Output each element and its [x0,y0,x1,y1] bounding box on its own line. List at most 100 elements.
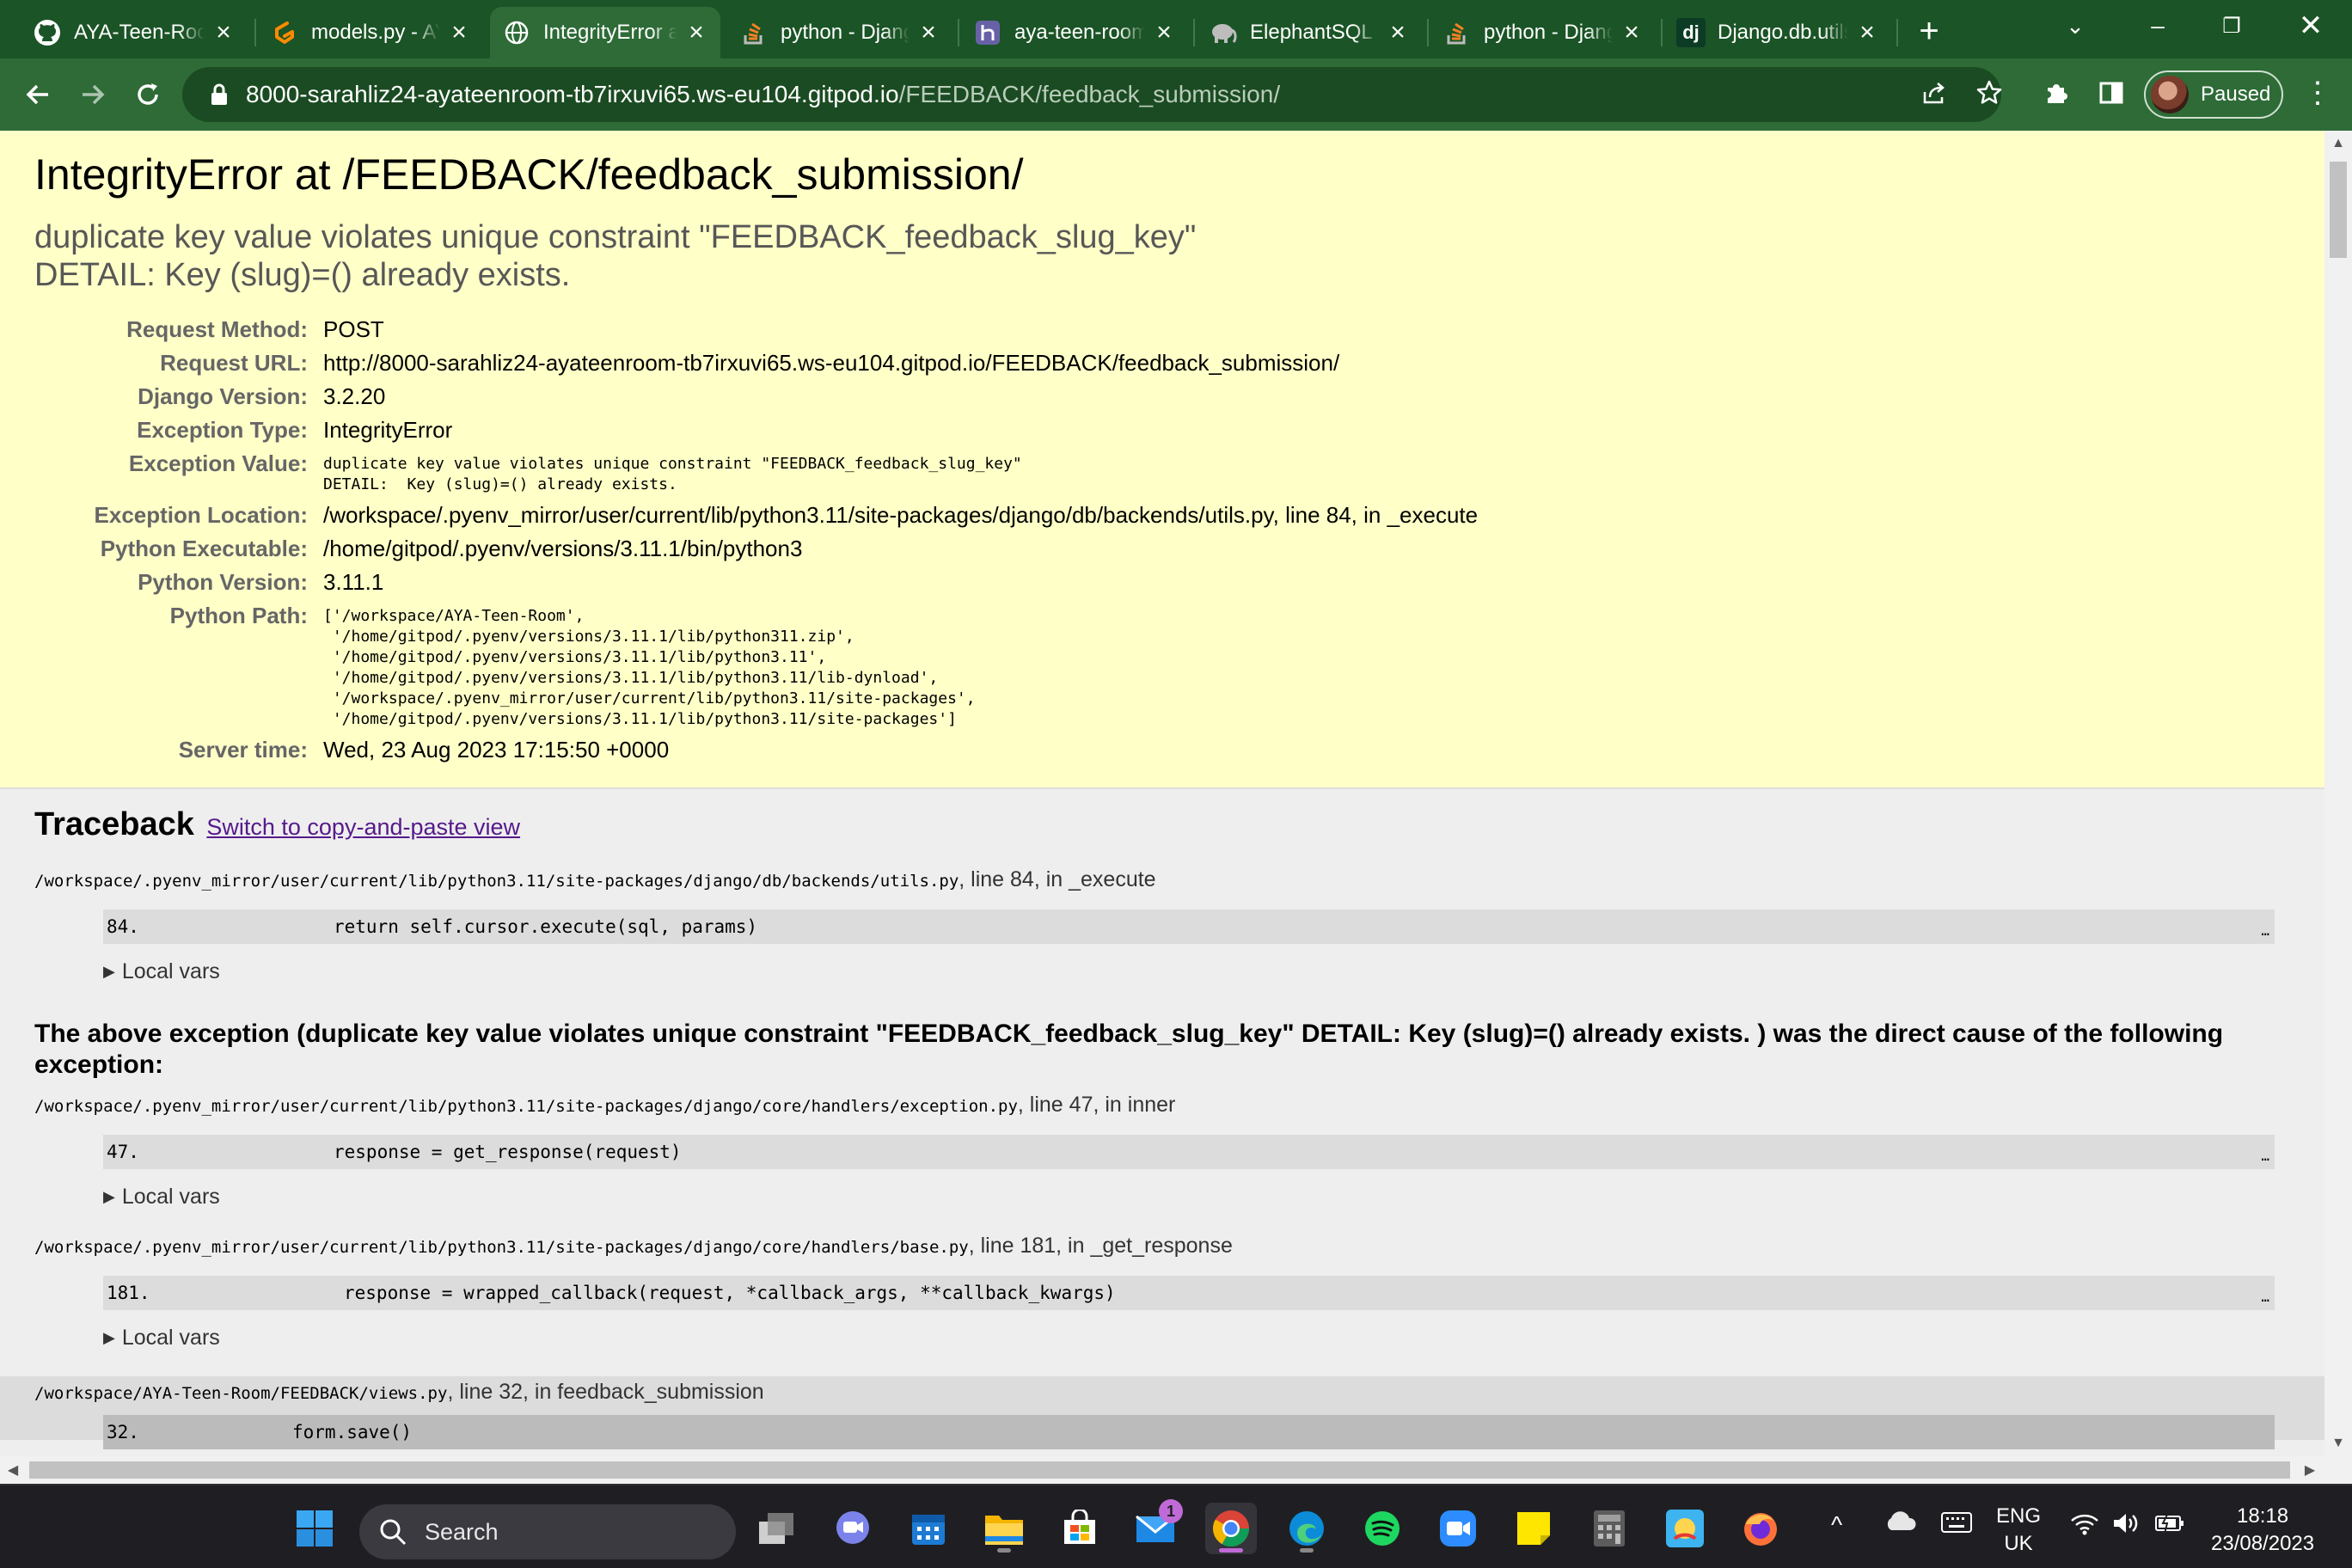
show-hidden-icons-chevron-icon[interactable]: ^ [1831,1511,1842,1539]
tab-title: models.py - AYA [311,21,440,44]
close-tab-icon[interactable]: × [1152,18,1176,46]
django-version: 3.2.20 [323,383,386,409]
meta-row: Python Version: 3.11.1 [34,566,1478,599]
request-method: POST [323,316,384,342]
task-view-icon[interactable] [751,1503,803,1554]
python-version: 3.11.1 [323,569,384,595]
elephant-icon [1209,18,1238,47]
battery-icon[interactable] [2154,1512,2185,1540]
store-icon[interactable] [1054,1503,1106,1554]
tab-stackoverflow-1[interactable]: python - Django × [727,7,952,58]
tab-elephantsql[interactable]: ElephantSQL × [1197,7,1422,58]
tab-title: IntegrityError at [543,21,677,44]
expand-ellipsis[interactable]: … [2261,1289,2269,1305]
frame-location: /workspace/.pyenv_mirror/user/current/li… [34,1093,2290,1118]
close-tab-icon[interactable]: × [211,18,236,46]
chrome-icon[interactable] [1205,1503,1257,1554]
exception-value-heading: duplicate key value violates unique cons… [34,219,1197,293]
tab-github[interactable]: AYA-Teen-Room × [21,7,248,58]
close-tab-icon[interactable]: × [1855,18,1879,46]
clock[interactable]: 18:18 23/08/2023 [2211,1503,2314,1558]
onedrive-cloud-icon[interactable] [1883,1508,1917,1540]
code-context[interactable]: 181. response = wrapped_callback(request,… [103,1276,2275,1310]
tab-search-chevron-icon[interactable]: ⌄ [2039,0,2111,52]
frame-line-info: , line 32, in feedback_submission [447,1380,764,1404]
mail-icon[interactable]: 1 [1130,1499,1183,1554]
clock-date: 23/08/2023 [2211,1532,2315,1555]
lock-icon[interactable] [208,83,230,106]
close-tab-icon[interactable]: × [916,18,940,46]
language-code: ENG [1996,1504,2042,1528]
close-tab-icon[interactable]: × [1386,18,1410,46]
switch-view-link[interactable]: Switch to copy-and-paste view [206,814,520,840]
minimize-button[interactable]: – [2122,0,2194,52]
meta-row: Server time: Wed, 23 Aug 2023 17:15:50 +0… [34,733,1478,767]
reload-button[interactable] [124,70,172,119]
taskbar-search-box[interactable]: Search [359,1504,736,1559]
scroll-right-arrow-icon[interactable]: ▶ [2297,1456,2323,1484]
scroll-thumb[interactable] [2330,162,2347,258]
scroll-down-arrow-icon[interactable]: ▼ [2324,1430,2352,1456]
meta-label: Django Version: [138,383,308,409]
calculator-icon[interactable] [1583,1503,1635,1554]
file-explorer-icon[interactable] [978,1503,1030,1554]
close-tab-icon[interactable]: × [684,18,708,46]
tab-title: aya-teen-room [1014,21,1145,44]
share-icon[interactable] [1910,69,1958,117]
scroll-up-arrow-icon[interactable]: ▲ [2324,131,2352,156]
close-tab-icon[interactable]: × [1620,18,1644,46]
tab-stackoverflow-2[interactable]: python - Django × [1430,7,1656,58]
tab-title: python - Django [781,21,910,44]
keyboard-icon[interactable] [1941,1511,1972,1540]
spotify-icon[interactable] [1357,1503,1408,1554]
close-window-button[interactable]: ✕ [2275,0,2347,52]
expand-ellipsis[interactable]: … [2261,922,2269,939]
back-button[interactable] [14,70,62,119]
profile-button[interactable]: Paused [2144,70,2283,119]
edge-icon[interactable] [1281,1503,1332,1554]
tab-heroku[interactable]: aya-teen-room × [961,7,1188,58]
bookmark-star-icon[interactable] [1965,69,2013,117]
local-vars-toggle[interactable]: ▶ Local vars [103,1326,2290,1351]
meta-label: Python Version: [138,569,308,595]
volume-icon[interactable] [2111,1511,2141,1541]
sticky-notes-icon[interactable] [1508,1503,1559,1554]
more-menu-icon[interactable]: ⋮ [2294,69,2342,117]
code-context[interactable]: 47. response = get_response(request)… [103,1135,2275,1169]
restore-button[interactable]: ❐ [2196,0,2268,52]
zoom-icon[interactable] [1432,1503,1484,1554]
frame-file-path: /workspace/.pyenv_mirror/user/current/li… [34,872,959,891]
expand-ellipsis[interactable]: … [2261,1148,2269,1164]
profile-status: Paused [2201,83,2271,106]
extensions-puzzle-icon[interactable] [2032,69,2080,117]
calendar-icon[interactable] [903,1503,954,1554]
close-tab-icon[interactable]: × [447,18,471,46]
tab-django-docs[interactable]: dj Django.db.utils × [1664,7,1891,58]
tab-integrity-error[interactable]: IntegrityError at × [490,7,720,58]
scroll-thumb[interactable] [29,1461,2290,1479]
firefox-icon[interactable] [1735,1503,1786,1554]
new-tab-button[interactable]: + [1910,12,1948,50]
scroll-left-arrow-icon[interactable]: ◀ [0,1456,26,1484]
language-indicator[interactable]: ENG UK [1996,1503,2041,1558]
wifi-icon[interactable] [2070,1513,2099,1541]
code-context[interactable]: 84. return self.cursor.execute(sql, param… [103,910,2275,944]
vertical-scrollbar[interactable]: ▲ ▼ [2324,131,2352,1456]
horizontal-scrollbar[interactable]: ◀ ▶ [0,1456,2352,1484]
side-panel-icon[interactable] [2087,69,2135,117]
code-context[interactable]: 32. form.save() [103,1415,2275,1449]
mail-count-badge: 1 [1159,1499,1183,1523]
page-content: IntegrityError at /FEEDBACK/feedback_sub… [0,131,2324,1456]
code-line: response = wrapped_callback(request, *ca… [344,1283,1116,1303]
windows-start-icon[interactable] [289,1503,340,1554]
address-bar[interactable]: 8000-sarahliz24-ayateenroom-tb7irxuvi65.… [182,67,2001,122]
game-icon[interactable] [1659,1503,1711,1554]
tab-gitpod[interactable]: models.py - AYA × [258,7,483,58]
traceback-section: Traceback Switch to copy-and-paste view … [0,789,2324,1456]
local-vars-toggle[interactable]: ▶ Local vars [103,959,2290,984]
globe-icon [502,18,531,47]
exception-cause-text: The above exception (duplicate key value… [34,1020,2224,1079]
forward-button[interactable] [69,70,117,119]
chat-icon[interactable] [827,1503,879,1554]
local-vars-toggle[interactable]: ▶ Local vars [103,1185,2290,1210]
